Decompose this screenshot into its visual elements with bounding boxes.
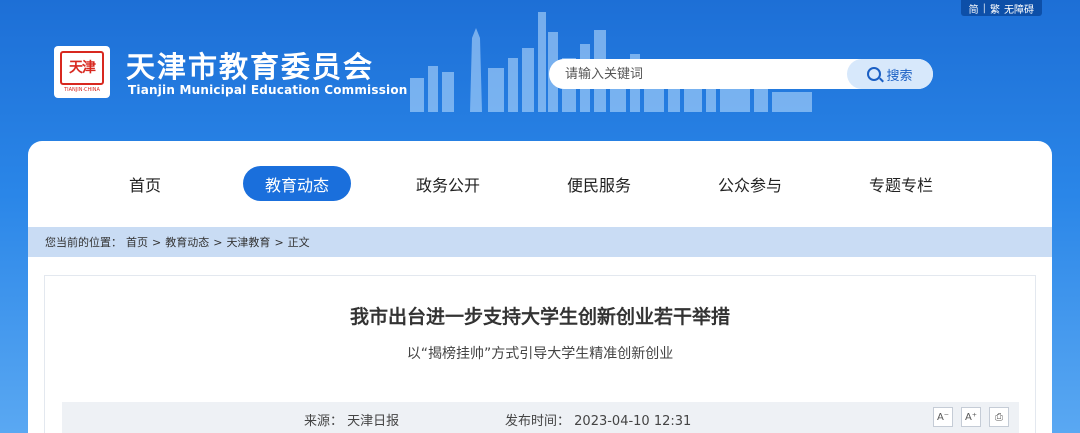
nav-item-public-participation[interactable]: 公众参与 xyxy=(696,166,804,201)
article-source: 来源： 天津日报 xyxy=(304,414,400,429)
article-meta-bar: 来源： 天津日报 发布时间： 2023-04-10 12:31 A⁻ A⁺ ⎙ xyxy=(62,402,1019,433)
breadcrumb-separator: > xyxy=(274,235,284,249)
breadcrumb: 您当前的位置： 首页 > 教育动态 > 天津教育 > 正文 xyxy=(28,227,1052,257)
print-icon[interactable]: ⎙ xyxy=(989,407,1009,427)
breadcrumb-education-news[interactable]: 教育动态 xyxy=(165,234,209,250)
font-smaller-icon[interactable]: A⁻ xyxy=(933,407,953,427)
breadcrumb-current: 正文 xyxy=(287,236,310,249)
separator: | xyxy=(982,2,986,14)
seal-logo: 天津 xyxy=(60,51,104,85)
breadcrumb-separator: > xyxy=(213,235,223,249)
seal-subtext: TIANJIN·CHINA xyxy=(64,87,100,93)
site-logo[interactable]: 天津 TIANJIN·CHINA xyxy=(54,46,110,98)
breadcrumb-tianjin-education[interactable]: 天津教育 xyxy=(226,234,270,250)
nav-item-home[interactable]: 首页 xyxy=(91,166,199,201)
article-tools: A⁻ A⁺ ⎙ xyxy=(933,407,1009,427)
traditional-chinese-link[interactable]: 繁 xyxy=(990,1,1000,16)
nav-item-special-topics[interactable]: 专题专栏 xyxy=(847,166,955,201)
article-container: 我市出台进一步支持大学生创新创业若干举措 以“揭榜挂帅”方式引导大学生精准创新创… xyxy=(44,275,1036,433)
main-nav: 首页 教育动态 政务公开 便民服务 公众参与 专题专栏 xyxy=(28,141,1052,227)
nav-item-education-news[interactable]: 教育动态 xyxy=(243,166,351,201)
breadcrumb-separator: > xyxy=(152,235,162,249)
main-content-card: 首页 教育动态 政务公开 便民服务 公众参与 专题专栏 您当前的位置： 首页 >… xyxy=(28,141,1052,433)
breadcrumb-home[interactable]: 首页 xyxy=(126,234,148,250)
breadcrumb-prefix: 您当前的位置： xyxy=(45,236,122,249)
site-subtitle: Tianjin Municipal Education Commission xyxy=(128,83,408,97)
search-icon xyxy=(867,67,882,81)
article-publish-time: 发布时间： 2023-04-10 12:31 xyxy=(505,414,692,429)
site-title: 天津市教育委员会 xyxy=(126,50,375,84)
simplified-chinese-link[interactable]: 简 xyxy=(969,1,979,16)
nav-item-government-affairs[interactable]: 政务公开 xyxy=(394,166,502,201)
accessibility-link[interactable]: 无障碍 xyxy=(1004,1,1034,16)
search-button-label: 搜索 xyxy=(886,68,913,84)
article-title: 我市出台进一步支持大学生创新创业若干举措 xyxy=(349,306,730,328)
font-larger-icon[interactable]: A⁺ xyxy=(961,407,981,427)
search-input[interactable] xyxy=(549,60,845,88)
search-box: 搜索 xyxy=(549,59,933,89)
search-button[interactable]: 搜索 xyxy=(847,59,933,89)
top-utility-bar: 简 | 繁 无障碍 xyxy=(960,0,1042,16)
article-subtitle: 以“揭榜挂帅”方式引导大学生精准创新创业 xyxy=(406,346,674,362)
nav-item-public-services[interactable]: 便民服务 xyxy=(545,166,653,201)
